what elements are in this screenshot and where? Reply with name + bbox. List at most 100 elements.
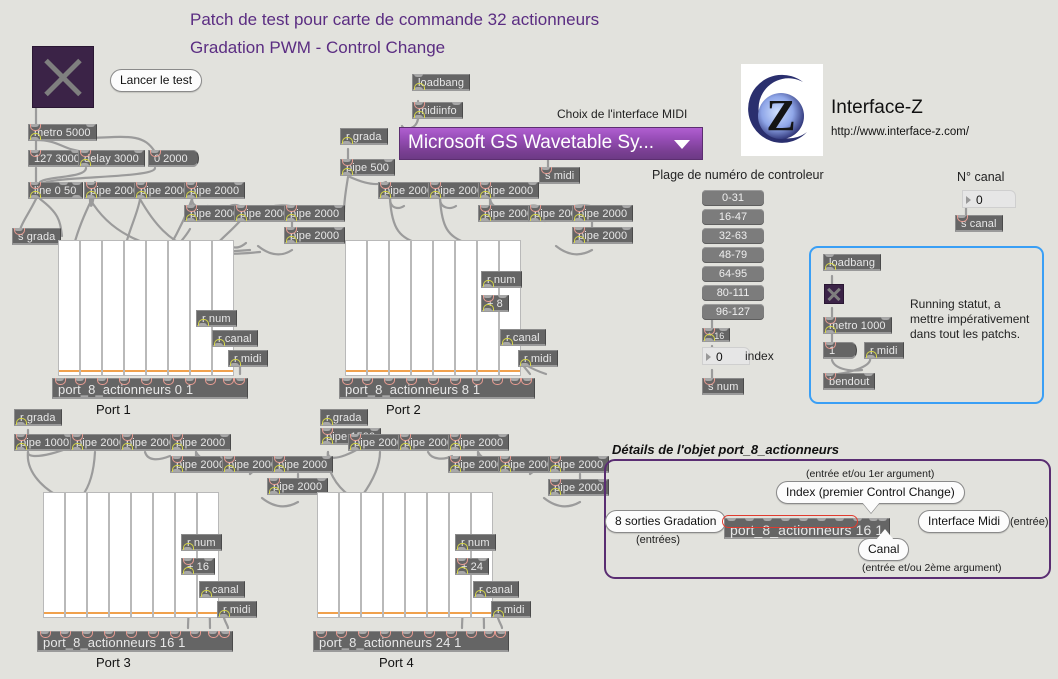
pipe-object[interactable]: pipe 2000 xyxy=(478,182,540,199)
midiinfo-object[interactable]: midiinfo xyxy=(412,102,463,119)
port2-receive-num[interactable]: r num xyxy=(481,271,522,288)
vslider[interactable] xyxy=(131,492,153,618)
start-toggle[interactable] xyxy=(32,46,94,108)
index-number-box[interactable]: 0 xyxy=(702,347,750,365)
channel-number-box[interactable]: 0 xyxy=(962,190,1016,208)
port3-object[interactable]: port_8_actionneurs 16 1 xyxy=(37,631,233,652)
port4-receive-canal[interactable]: r canal xyxy=(473,581,519,598)
vslider[interactable] xyxy=(361,492,383,618)
midi-device-dropdown[interactable]: Microsoft GS Wavetable Sy... xyxy=(399,127,703,160)
msg-one[interactable]: 1 xyxy=(823,342,857,359)
port2-object[interactable]: port_8_actionneurs 8 1 xyxy=(339,378,535,399)
port4-object[interactable]: port_8_actionneurs 24 1 xyxy=(313,631,509,652)
running-loadbang-object[interactable]: loadbang xyxy=(823,254,882,271)
range-button-32-63[interactable]: 32-63 xyxy=(702,228,764,244)
port4-receive-num[interactable]: r num xyxy=(455,534,496,551)
pipe-object[interactable]: pipe 2000 xyxy=(170,434,232,451)
vslider[interactable] xyxy=(455,240,477,376)
port2-receive-canal[interactable]: r canal xyxy=(500,329,546,346)
port2-offset-object[interactable]: + 8 xyxy=(481,295,509,312)
vslider[interactable] xyxy=(168,240,190,376)
vslider[interactable] xyxy=(87,492,109,618)
pipe-object[interactable]: pipe 2000 xyxy=(448,434,510,451)
obj-label: pipe 2000 xyxy=(240,208,290,220)
metro-1000-object[interactable]: metro 1000 xyxy=(823,317,892,334)
multiply-16-object[interactable]: * 16 xyxy=(702,328,731,342)
vslider[interactable] xyxy=(65,492,87,618)
port1-object[interactable]: port_8_actionneurs 0 1 xyxy=(52,378,248,399)
chain2-receive-grada[interactable]: r grada xyxy=(340,128,388,145)
vslider[interactable] xyxy=(124,240,146,376)
range-button-0-31[interactable]: 0-31 xyxy=(702,190,764,206)
details-left-note: (entrées) xyxy=(636,534,681,546)
vslider[interactable] xyxy=(389,240,411,376)
pipe-object[interactable]: pipe 2000 xyxy=(284,227,346,244)
metro-5000-object[interactable]: metro 5000 xyxy=(28,124,97,141)
vslider[interactable] xyxy=(190,240,212,376)
vslider[interactable] xyxy=(433,240,455,376)
port4-label: Port 4 xyxy=(379,655,414,670)
port3-receive-midi[interactable]: r midi xyxy=(217,601,257,618)
loadbang-object[interactable]: loadbang xyxy=(412,74,471,91)
port3-receive-num[interactable]: r num xyxy=(181,534,222,551)
line-object[interactable]: line 0 50 xyxy=(28,182,83,199)
details-left-bubble: 8 sorties Gradation xyxy=(605,510,727,533)
vslider[interactable] xyxy=(153,492,175,618)
bendout-object[interactable]: bendout xyxy=(823,373,876,390)
vslider[interactable] xyxy=(411,240,433,376)
send-canal-object[interactable]: s canal xyxy=(955,215,1003,232)
port1-receive-canal[interactable]: r canal xyxy=(212,330,258,347)
vslider[interactable] xyxy=(43,492,65,618)
send-midi-object[interactable]: s midi xyxy=(539,167,581,184)
vslider[interactable] xyxy=(58,240,80,376)
obj-label: pipe 2000 xyxy=(290,208,340,220)
pipe-object[interactable]: pipe 2000 xyxy=(184,182,246,199)
port4-receive-midi[interactable]: r midi xyxy=(491,601,531,618)
range-button-48-79[interactable]: 48-79 xyxy=(702,247,764,263)
chain2-pipe-500[interactable]: pipe 500 xyxy=(340,159,396,176)
receive-midi-object[interactable]: r midi xyxy=(864,342,904,359)
range-button-96-127[interactable]: 96-127 xyxy=(702,304,764,320)
port2-receive-midi[interactable]: r midi xyxy=(518,350,558,367)
port1-receive-midi[interactable]: r midi xyxy=(228,350,268,367)
vslider[interactable] xyxy=(317,492,339,618)
vslider[interactable] xyxy=(367,240,389,376)
channel-label: N° canal xyxy=(957,170,1005,184)
chain4-receive-grada[interactable]: r grada xyxy=(320,409,368,426)
vslider[interactable] xyxy=(146,240,168,376)
running-status-toggle[interactable] xyxy=(824,284,844,304)
pipe-object[interactable]: pipe 2000 xyxy=(272,456,334,473)
send-num-object[interactable]: s num xyxy=(702,378,745,395)
vslider[interactable] xyxy=(405,492,427,618)
vslider[interactable] xyxy=(175,492,197,618)
vslider[interactable] xyxy=(109,492,131,618)
msg-0-2000[interactable]: 0 2000 xyxy=(148,150,199,167)
vslider[interactable] xyxy=(427,492,449,618)
chain3-pipe-1000[interactable]: pipe 1000 xyxy=(14,434,76,451)
range-button-64-95[interactable]: 64-95 xyxy=(702,266,764,282)
pipe-object[interactable]: pipe 2000 xyxy=(572,227,634,244)
logo-url[interactable]: http://www.interface-z.com/ xyxy=(831,126,969,138)
pipe-object[interactable]: pipe 2000 xyxy=(548,479,610,496)
vslider[interactable] xyxy=(339,492,361,618)
vslider[interactable] xyxy=(102,240,124,376)
pipe-object[interactable]: pipe 2000 xyxy=(284,205,346,222)
vslider[interactable] xyxy=(449,492,471,618)
port1-receive-num[interactable]: r num xyxy=(196,310,237,327)
vslider[interactable] xyxy=(197,492,219,618)
vslider[interactable] xyxy=(345,240,367,376)
delay-3000-object[interactable]: delay 3000 xyxy=(78,150,145,167)
pipe-object[interactable]: pipe 2000 xyxy=(572,205,634,222)
port4-offset-object[interactable]: + 24 xyxy=(455,558,490,575)
port3-receive-canal[interactable]: r canal xyxy=(199,581,245,598)
vslider[interactable] xyxy=(80,240,102,376)
vslider[interactable] xyxy=(383,492,405,618)
range-button-16-47[interactable]: 16-47 xyxy=(702,209,764,225)
chain3-receive-grada[interactable]: r grada xyxy=(14,409,62,426)
port3-offset-object[interactable]: + 16 xyxy=(181,558,216,575)
send-grada-object[interactable]: s grada xyxy=(12,228,62,245)
nbx-value: 0 xyxy=(976,193,983,207)
range-button-80-111[interactable]: 80-111 xyxy=(702,285,764,301)
pipe-object[interactable]: pipe 2000 xyxy=(548,456,610,473)
vslider[interactable] xyxy=(471,492,493,618)
